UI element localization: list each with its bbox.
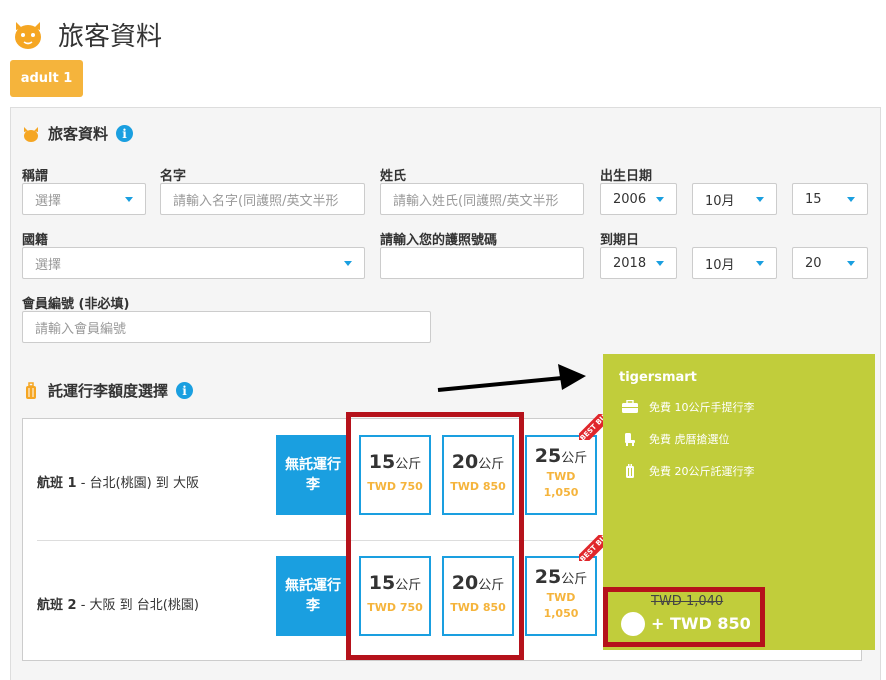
- nationality-select[interactable]: 選擇: [22, 247, 365, 279]
- tiger-face-icon: [22, 125, 40, 143]
- baggage-section-label: 託運行李額度選擇: [48, 382, 169, 400]
- salutation-select[interactable]: 選擇: [22, 183, 146, 215]
- baggage-section-title: 託運行李額度選擇 i: [22, 380, 194, 401]
- caret-down-icon: [756, 261, 764, 266]
- seat-icon: [621, 432, 639, 446]
- expiry-label: 到期日: [600, 233, 640, 248]
- member-no-input[interactable]: 請輸入會員編號: [22, 311, 431, 343]
- option-price: TWD 1,050: [543, 591, 579, 620]
- salutation-value: 選擇: [35, 193, 62, 209]
- birth-month-select[interactable]: 10月: [692, 183, 777, 215]
- expiry-year-select[interactable]: 2018: [600, 247, 677, 279]
- caret-down-icon: [344, 261, 352, 266]
- birth-day-value: 15: [805, 191, 822, 207]
- option-price: TWD 1,050: [543, 470, 579, 499]
- passport-label: 請輸入您的護照號碼: [380, 233, 498, 248]
- tigersmart-item: 免費 20公斤託運行李: [621, 463, 755, 479]
- flight-2-label: 航班 2 - 大阪 到 台北(桃園): [37, 594, 199, 613]
- option-weight: 25公斤: [534, 445, 588, 467]
- expiry-month-value: 10月: [705, 257, 735, 273]
- caret-down-icon: [847, 261, 855, 266]
- first-name-input[interactable]: 請輸入名字(同護照/英文半形: [160, 183, 365, 215]
- caret-down-icon: [847, 197, 855, 202]
- flight-2-number: 航班 2: [37, 598, 77, 613]
- expiry-day-value: 20: [805, 255, 822, 271]
- birth-year-select[interactable]: 2006: [600, 183, 677, 215]
- flight-1-option-25kg[interactable]: 25公斤 TWD 1,050: [525, 435, 597, 515]
- expiry-day-select[interactable]: 20: [792, 247, 868, 279]
- caret-down-icon: [656, 261, 664, 266]
- birth-month-value: 10月: [705, 193, 735, 209]
- page-header: 旅客資料: [10, 12, 162, 56]
- flight-1-label: 航班 1 - 台北(桃園) 到 大阪: [37, 472, 199, 491]
- first-name-label: 名字: [160, 169, 187, 184]
- tab-adult-1[interactable]: adult 1: [10, 60, 83, 97]
- flight-2-no-baggage-button[interactable]: 無託運行李: [276, 556, 350, 636]
- flight-1-route: - 台北(桃園) 到 大阪: [76, 476, 199, 491]
- tigersmart-item: 免費 10公斤手提行李: [621, 399, 755, 415]
- best-buy-ribbon: BEST BUY: [579, 414, 605, 440]
- flight-1-number: 航班 1: [37, 476, 77, 491]
- option-weight: 25公斤: [534, 566, 588, 588]
- tiger-logo-icon: [10, 16, 46, 52]
- caret-down-icon: [756, 197, 764, 202]
- annotation-arrow-icon: [437, 364, 586, 392]
- luggage-icon: [22, 381, 40, 400]
- best-buy-ribbon: BEST BUY: [579, 535, 605, 561]
- salutation-label: 稱謂: [22, 169, 49, 184]
- nationality-value: 選擇: [35, 257, 62, 273]
- tigersmart-item: 免費 虎暦搶選位: [621, 431, 730, 447]
- tigersmart-title: tigersmart: [619, 370, 697, 385]
- last-name-label: 姓氏: [380, 169, 407, 184]
- last-name-input[interactable]: 請輸入姓氏(同護照/英文半形: [380, 183, 584, 215]
- caret-down-icon: [125, 197, 133, 202]
- passport-input[interactable]: [380, 247, 584, 279]
- flight-2-option-25kg[interactable]: 25公斤 TWD 1,050: [525, 556, 597, 636]
- expiry-year-value: 2018: [613, 255, 647, 271]
- first-name-placeholder: 請輸入名字(同護照/英文半形: [173, 193, 339, 209]
- briefcase-icon: [621, 399, 639, 414]
- passenger-section-label: 旅客資料: [48, 125, 109, 143]
- birth-year-value: 2006: [613, 191, 647, 207]
- flight-2-route: - 大阪 到 台北(桃園): [76, 598, 199, 613]
- member-no-label: 會員編號 (非必填): [22, 297, 130, 312]
- info-icon[interactable]: i: [116, 125, 134, 142]
- price-highlight-box: [603, 587, 765, 647]
- highlight-box: [346, 412, 524, 660]
- luggage-icon: [621, 463, 639, 478]
- caret-down-icon: [656, 197, 664, 202]
- nationality-label: 國籍: [22, 233, 49, 248]
- page-title: 旅客資料: [58, 21, 163, 52]
- passenger-section-title: 旅客資料 i: [22, 123, 134, 144]
- birth-date-label: 出生日期: [600, 169, 653, 184]
- birth-day-select[interactable]: 15: [792, 183, 868, 215]
- expiry-month-select[interactable]: 10月: [692, 247, 777, 279]
- info-icon[interactable]: i: [176, 382, 194, 399]
- flight-1-no-baggage-button[interactable]: 無託運行李: [276, 435, 350, 515]
- last-name-placeholder: 請輸入姓氏(同護照/英文半形: [393, 193, 559, 209]
- member-no-placeholder: 請輸入會員編號: [35, 321, 127, 337]
